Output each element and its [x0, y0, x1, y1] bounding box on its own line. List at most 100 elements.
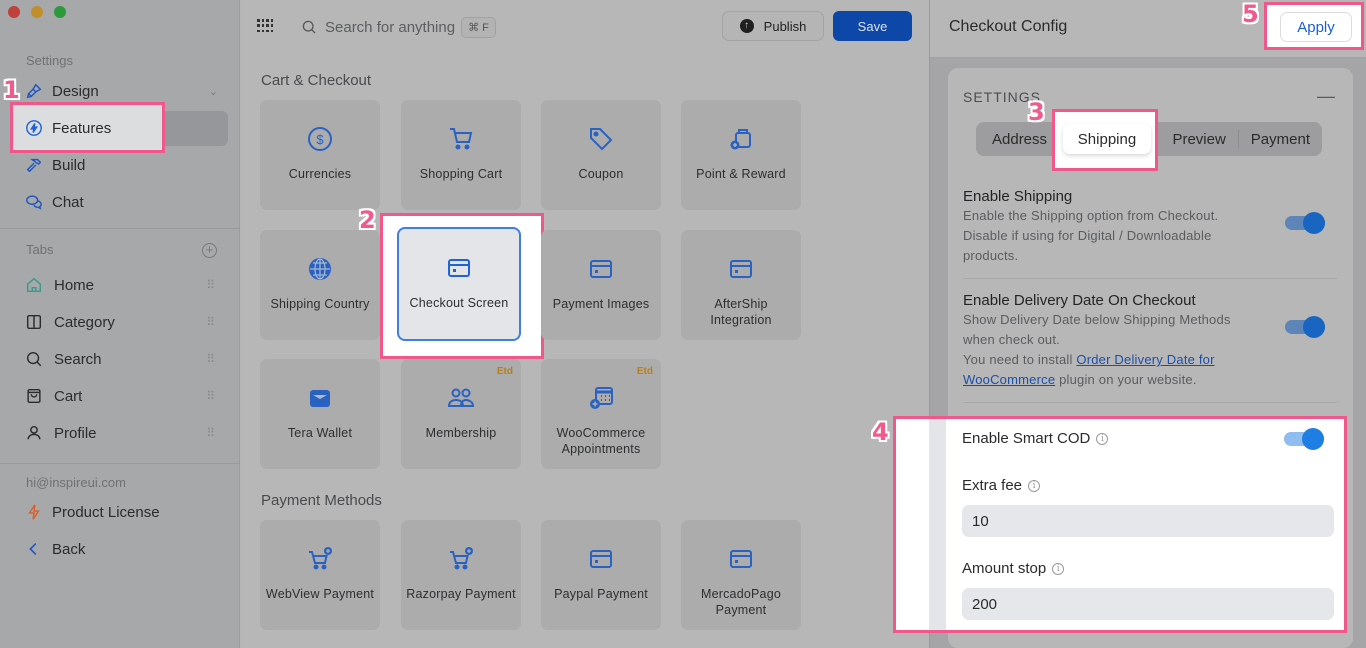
sidebar-tab-category[interactable]: Category ⠿ [24, 305, 228, 339]
payment-card-paypal[interactable]: Paypal Payment [541, 520, 661, 630]
segment-payment[interactable]: Payment [1239, 131, 1322, 148]
credit-card-icon [727, 544, 755, 574]
feature-card-currencies[interactable]: $ Currencies [260, 100, 380, 210]
drag-handle-icon[interactable]: ⠿ [206, 426, 215, 440]
card-label: Point & Reward [696, 167, 786, 181]
sidebar-tab-home[interactable]: Home ⠿ [24, 268, 228, 302]
feature-card-tera-wallet[interactable]: Tera Wallet [260, 359, 380, 469]
install-suffix: plugin on your website. [1055, 372, 1197, 387]
card-label: AfterShip Integration [710, 297, 772, 327]
close-window-button[interactable] [8, 6, 20, 18]
chat-bubbles-icon [24, 192, 44, 212]
sidebar-item-label: Design [52, 82, 99, 100]
feature-card-aftership[interactable]: AfterShip Integration [681, 230, 801, 340]
enable-shipping-title: Enable Shipping [963, 188, 1073, 205]
feature-card-coupon[interactable]: Coupon [541, 100, 661, 210]
card-label: Tera Wallet [287, 426, 353, 440]
segment-preview[interactable]: Preview [1160, 131, 1237, 148]
bag-icon [24, 386, 44, 406]
delivery-date-desc-text: Show Delivery Date below Shipping Method… [963, 312, 1231, 347]
sidebar-divider [0, 463, 240, 464]
card-label: Currencies [288, 167, 352, 181]
product-license-label: Product License [52, 503, 160, 521]
enable-shipping-desc: Enable the Shipping option from Checkout… [963, 208, 1219, 263]
info-icon[interactable]: i [1028, 479, 1041, 492]
sidebar-tab-cart[interactable]: Cart ⠿ [24, 379, 228, 413]
feature-card-payment-images[interactable]: Payment Images [541, 230, 661, 340]
search-bar[interactable]: Search for anything ⌘ F [301, 14, 496, 40]
chevron-down-icon[interactable]: ⌄ [209, 85, 218, 98]
sidebar-item-label: Build [52, 156, 86, 174]
step-marker-4: 4 [872, 418, 889, 446]
extended-badge: Etd [496, 366, 513, 377]
feature-card-shopping-cart[interactable]: Shopping Cart [401, 100, 521, 210]
smart-cod-title: Enable Smart COD i [962, 430, 1109, 447]
save-button[interactable]: Save [833, 11, 912, 41]
sidebar-item-features[interactable]: Features [24, 111, 228, 145]
publish-label: Publish [763, 18, 807, 34]
card-label: Paypal Payment [554, 587, 648, 601]
drag-handle-icon[interactable]: ⠿ [206, 315, 215, 329]
minimize-window-button[interactable] [31, 6, 43, 18]
back-link[interactable]: Back [24, 532, 228, 566]
account-email: hi@inspireui.com [26, 475, 126, 490]
feature-card-woocommerce-appointments[interactable]: Etd WooCommerce Appointments [541, 359, 661, 469]
step-marker-3: 3 [1028, 98, 1045, 126]
step-marker-5: 5 [1242, 0, 1259, 28]
delivery-date-toggle[interactable] [1285, 316, 1325, 338]
drag-handle-icon[interactable]: ⠿ [206, 278, 215, 292]
info-icon[interactable]: i [1096, 432, 1109, 445]
lightning-icon [24, 502, 44, 522]
amount-stop-label: Amount stop i [962, 560, 1065, 577]
row-divider [963, 402, 1337, 403]
amount-stop-input[interactable] [962, 588, 1334, 620]
delivery-date-desc: Show Delivery Date below Shipping Method… [963, 310, 1263, 390]
bag-plus-icon [727, 124, 755, 154]
sidebar-divider [0, 228, 240, 229]
step-marker-2: 2 [359, 206, 376, 234]
credit-card-icon [587, 254, 615, 284]
sidebar-item-build[interactable]: Build [24, 148, 228, 182]
enable-shipping-toggle[interactable] [1285, 212, 1325, 234]
extra-fee-input[interactable] [962, 505, 1334, 537]
add-tab-icon[interactable]: + [202, 243, 217, 258]
apply-button[interactable]: Apply [1280, 12, 1352, 42]
info-icon[interactable]: i [1052, 562, 1065, 575]
lightning-circle-icon [24, 118, 44, 138]
apps-grid-icon[interactable] [257, 19, 273, 33]
sidebar-item-chat[interactable]: Chat [24, 185, 228, 219]
card-label: Membership [425, 426, 497, 440]
payment-card-webview[interactable]: WebView Payment [260, 520, 380, 630]
sidebar-tab-profile[interactable]: Profile ⠿ [24, 416, 228, 450]
feature-card-shipping-country[interactable]: Shipping Country [260, 230, 380, 340]
main-content: Search for anything ⌘ F ↑ Publish Save C… [241, 0, 929, 648]
publish-button[interactable]: ↑ Publish [722, 11, 824, 41]
segment-shipping[interactable]: Shipping [1063, 124, 1151, 154]
section-title-payment-methods: Payment Methods [261, 492, 382, 509]
payment-card-mercadopago[interactable]: MercadoPago Payment [681, 520, 801, 630]
collapse-icon[interactable]: — [1317, 86, 1335, 107]
cart-plus-icon [306, 544, 334, 574]
smart-cod-toggle[interactable] [1284, 428, 1324, 450]
smart-cod-label: Enable Smart COD [962, 430, 1091, 447]
card-label: Coupon [578, 167, 624, 181]
credit-card-icon [445, 253, 473, 283]
panel-edge-strip [929, 419, 946, 630]
product-license-link[interactable]: Product License [24, 495, 228, 529]
card-label: Shopping Cart [419, 167, 503, 181]
settings-section-label: Settings [26, 53, 73, 68]
search-icon [24, 349, 44, 369]
feature-card-point-reward[interactable]: Point & Reward [681, 100, 801, 210]
hammer-icon [24, 155, 44, 175]
sidebar-tab-search[interactable]: Search ⠿ [24, 342, 228, 376]
payment-card-razorpay[interactable]: Razorpay Payment [401, 520, 521, 630]
feature-card-checkout-screen[interactable]: Checkout Screen [397, 227, 521, 341]
dollar-circle-icon: $ [306, 124, 334, 154]
home-icon [24, 275, 44, 295]
drag-handle-icon[interactable]: ⠿ [206, 389, 215, 403]
feature-card-membership[interactable]: Etd Membership [401, 359, 521, 469]
maximize-window-button[interactable] [54, 6, 66, 18]
extra-fee-text: Extra fee [962, 477, 1023, 494]
segment-address[interactable]: Address [976, 131, 1059, 148]
drag-handle-icon[interactable]: ⠿ [206, 352, 215, 366]
